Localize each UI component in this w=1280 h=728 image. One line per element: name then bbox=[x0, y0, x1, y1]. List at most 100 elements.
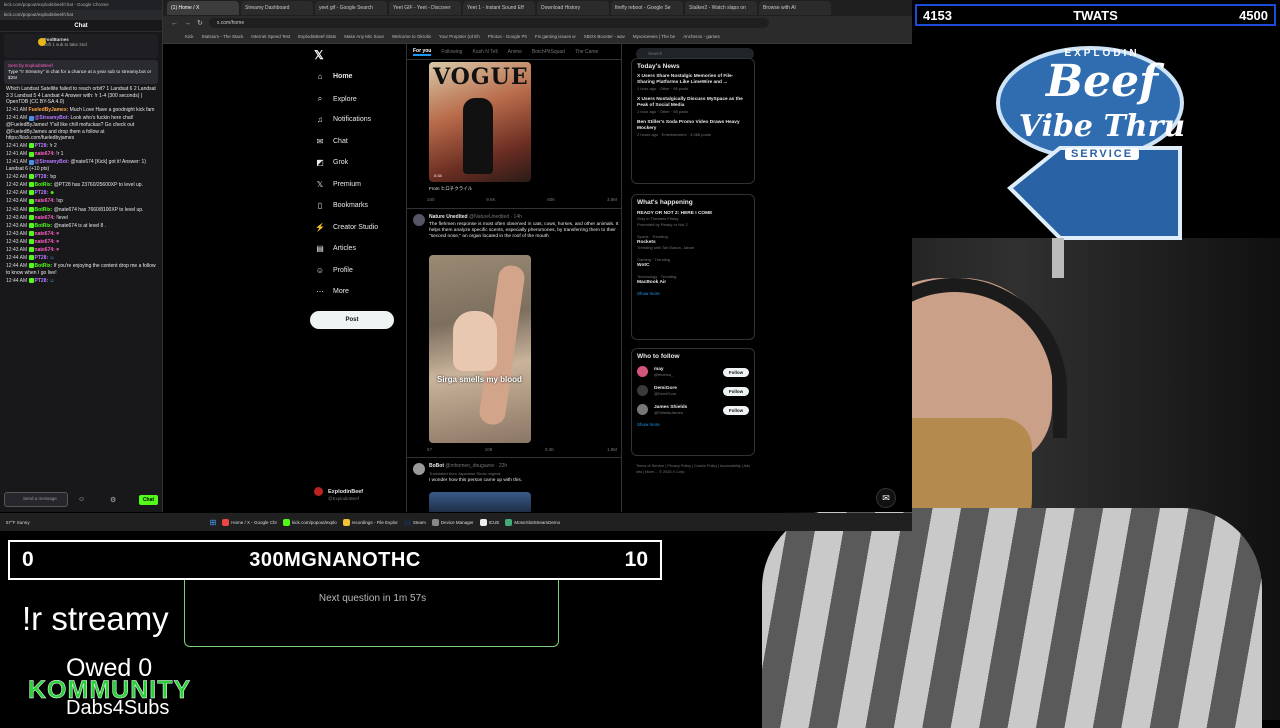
nav-articles[interactable]: ▤ Articles bbox=[315, 244, 356, 253]
tab-x-home[interactable]: (1) Home / X bbox=[167, 1, 239, 15]
tweet-media[interactable] bbox=[429, 492, 531, 512]
username[interactable]: nate674: bbox=[35, 151, 55, 157]
nav-home[interactable]: ⌂ Home bbox=[315, 72, 353, 81]
nav-more[interactable]: ⋯ More bbox=[315, 287, 349, 296]
taskbar-chrome-x[interactable]: Home / X - Google Chr bbox=[222, 518, 277, 526]
username[interactable]: FueledByJames: bbox=[29, 107, 69, 113]
bookmark[interactable]: Your Propster (rd Eh bbox=[439, 34, 480, 39]
news-item[interactable]: Ben Stiller's Soda Promo Video Draws Hea… bbox=[632, 118, 754, 141]
username[interactable]: PT28: bbox=[35, 174, 49, 180]
trend-item[interactable]: Sports · Trending Rockets Trending with Ta… bbox=[632, 231, 754, 254]
username[interactable]: nate674: bbox=[35, 198, 55, 204]
footer-links[interactable]: Terms of Service | Privacy Policy | Cook… bbox=[636, 463, 754, 475]
news-item[interactable]: X Users Share Nostalgic Memories of File… bbox=[632, 72, 754, 95]
like-count[interactable]: 9.3K bbox=[545, 447, 554, 452]
forward-icon[interactable]: → bbox=[184, 20, 191, 27]
tab-firefly[interactable]: firefly reboot - Google Se bbox=[611, 1, 683, 15]
tab-for-you[interactable]: For you bbox=[413, 48, 432, 56]
follow-button[interactable]: Follow bbox=[723, 368, 749, 377]
bookmark[interactable]: Ancheros - games bbox=[683, 34, 720, 39]
chat-input[interactable]: Send a message bbox=[4, 492, 68, 507]
username[interactable]: nate674: bbox=[35, 239, 55, 245]
username[interactable]: PT28: bbox=[35, 190, 49, 196]
repost-count[interactable]: 9.6K bbox=[486, 197, 495, 202]
chat-send-button[interactable]: Chat bbox=[139, 495, 158, 505]
bookmark[interactable]: Internet Speed Test bbox=[251, 34, 290, 39]
avatar[interactable] bbox=[413, 463, 425, 475]
nav-grok[interactable]: ◩ Grok bbox=[315, 158, 348, 167]
trend-item[interactable]: READY OR NOT 2: HERE I COME Only in Theat… bbox=[632, 208, 754, 231]
x-logo-icon[interactable]: 𝕏 bbox=[314, 48, 324, 62]
reply-count[interactable]: 67 bbox=[427, 447, 432, 452]
tab-anime[interactable]: Anime bbox=[508, 49, 522, 55]
reload-icon[interactable]: ↻ bbox=[197, 19, 203, 27]
username[interactable]: PT28: bbox=[35, 278, 49, 284]
username[interactable]: BotRix: bbox=[35, 207, 53, 213]
start-icon[interactable]: ⊞ bbox=[210, 518, 217, 527]
url-field[interactable]: x.com/home bbox=[208, 18, 769, 28]
settings-icon[interactable]: ⚙ bbox=[110, 496, 116, 504]
like-count[interactable]: 80K bbox=[547, 197, 555, 202]
username[interactable]: PT28: bbox=[35, 255, 49, 261]
follow-button[interactable]: Follow bbox=[723, 406, 749, 415]
back-icon[interactable]: ← bbox=[171, 20, 178, 27]
news-item[interactable]: X Users Nostalgically Discuss MySpace as… bbox=[632, 95, 754, 118]
nav-profile[interactable]: ☺ Profile bbox=[315, 266, 353, 275]
username[interactable]: @StreamyBot: bbox=[35, 115, 70, 121]
username[interactable]: PT28: bbox=[35, 143, 49, 149]
username[interactable]: BotRix: bbox=[35, 182, 53, 188]
tab-yeet-sound[interactable]: Yeet 1 - Instant Sound Eff bbox=[463, 1, 535, 15]
taskbar-icue[interactable]: ICUE bbox=[479, 518, 499, 526]
messages-drawer-icon[interactable]: ✉ bbox=[876, 488, 896, 508]
nav-chat[interactable]: ✉ Chat bbox=[315, 137, 348, 146]
tab-yeet-search[interactable]: yeet gif - Google Search bbox=[315, 1, 387, 15]
username[interactable]: nate674: bbox=[35, 247, 55, 253]
tweet-media-sirga[interactable]: Sirga smells my blood bbox=[429, 255, 531, 443]
username[interactable]: BotRix: bbox=[35, 223, 53, 229]
taskbar-device-manager[interactable]: Device Manager bbox=[431, 518, 474, 526]
tab-the-came[interactable]: The Came bbox=[575, 49, 598, 55]
username[interactable]: nate674: bbox=[35, 231, 55, 237]
repost-count[interactable]: 108 bbox=[485, 447, 493, 452]
follow-suggestion[interactable]: James Shields @ShieldsJames Follow bbox=[632, 400, 754, 419]
bookmark[interactable]: Statsium - The Stack bbox=[202, 34, 244, 39]
tab-following[interactable]: Following bbox=[441, 49, 462, 55]
follow-suggestion[interactable]: may @etcetca_ Follow bbox=[632, 362, 754, 381]
bookmark[interactable]: Myvoiceeeis | The be bbox=[633, 34, 675, 39]
show-more-link[interactable]: Show more bbox=[632, 288, 754, 299]
bookmark[interactable]: Fix gaming issues w bbox=[535, 34, 576, 39]
taskbar-steam[interactable]: Steam bbox=[403, 518, 426, 526]
chat-url-field[interactable]: kick.com/popout/explodinbeef/chat bbox=[0, 10, 162, 20]
avatar[interactable] bbox=[413, 214, 425, 226]
nav-bookmarks[interactable]: ▯ Bookmarks bbox=[315, 201, 368, 210]
username[interactable]: @StreamyBot: bbox=[35, 159, 70, 165]
tab-streamy[interactable]: Streamy Dashboard bbox=[241, 1, 313, 15]
bookmark[interactable]: XBOX Booster - wav bbox=[584, 34, 625, 39]
tab-botchpitsquad[interactable]: BotchPitSquad bbox=[532, 49, 565, 55]
reply-count[interactable]: 340 bbox=[427, 197, 435, 202]
username[interactable]: nate674: bbox=[35, 215, 55, 221]
follow-button[interactable]: Follow bbox=[723, 387, 749, 396]
tab-stalker[interactable]: Stalker2 - Watch slaps on bbox=[685, 1, 757, 15]
bookmark[interactable]: Make Any Mic Soun bbox=[344, 34, 384, 39]
username[interactable]: BotRix: bbox=[35, 263, 53, 269]
bookmark[interactable]: Kick bbox=[185, 34, 194, 39]
translation-note[interactable]: Translated from Japanese Show original bbox=[429, 471, 619, 477]
tab-kush-n-tell[interactable]: Kush N Tell bbox=[472, 49, 497, 55]
post-button[interactable]: Post bbox=[310, 311, 394, 329]
tab-downloads[interactable]: Download History bbox=[537, 1, 609, 15]
weather-widget[interactable]: 57°F Sunny bbox=[6, 520, 30, 525]
trend-item[interactable]: Gaming · Trending WotC bbox=[632, 254, 754, 271]
taskbar-motorslot[interactable]: MotorSlotStreamDemo bbox=[505, 518, 560, 526]
nav-notifications[interactable]: ♫ Notifications bbox=[315, 115, 371, 124]
tab-browse-ai[interactable]: Browse with AI bbox=[759, 1, 831, 15]
nav-creator-studio[interactable]: ⚡ Creator Studio bbox=[315, 223, 378, 232]
tab-yeet-gif[interactable]: Yeet GIF - Yeet - Discover bbox=[389, 1, 461, 15]
bookmark[interactable]: Welcome to Okrolis bbox=[392, 34, 431, 39]
bookmark[interactable]: Photos - Google Ph bbox=[488, 34, 527, 39]
emoji-icon[interactable]: ☺ bbox=[78, 496, 85, 503]
trend-item[interactable]: Technology · Trending MacBook Air bbox=[632, 271, 754, 288]
tweet-media-vogue[interactable]: VOGUE 0:34 bbox=[429, 62, 531, 182]
view-count[interactable]: 1.8M bbox=[607, 447, 617, 452]
follow-suggestion[interactable]: DemiGore @DemiGore Follow bbox=[632, 381, 754, 400]
